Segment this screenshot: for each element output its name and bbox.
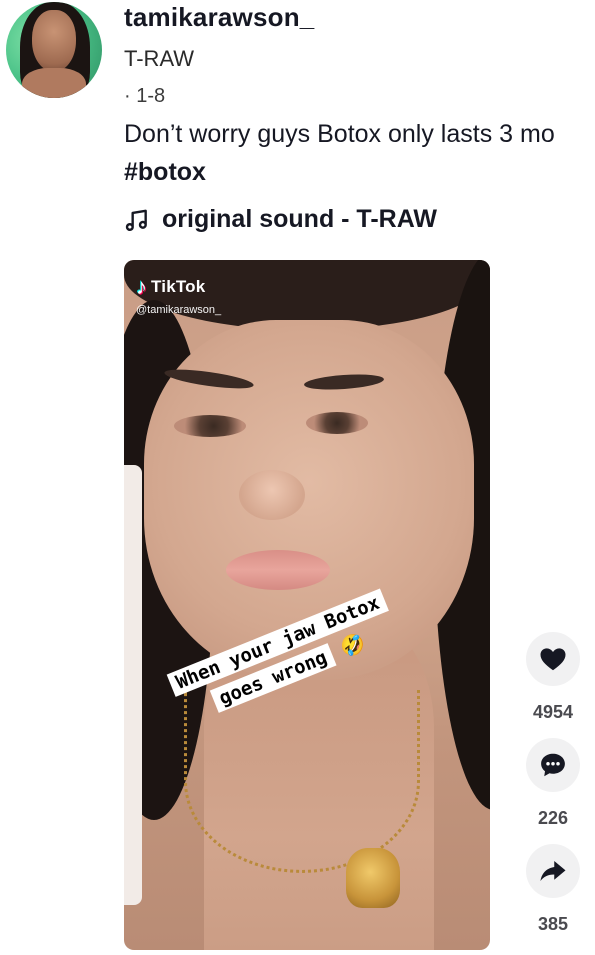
- sound-link[interactable]: original sound - T-RAW: [124, 205, 437, 234]
- author-username[interactable]: tamikarawson_: [124, 2, 314, 33]
- avatar-face: [32, 10, 76, 72]
- like-count: 4954: [532, 702, 574, 722]
- video-necklace-pendant: [346, 848, 400, 908]
- watermark-handle: @tamikarawson_: [136, 304, 222, 316]
- video-eye-right: [306, 412, 368, 434]
- video-eye-left: [174, 415, 246, 437]
- hashtag-link[interactable]: #botox: [124, 158, 206, 187]
- video-player[interactable]: ♪ TikTok @tamikarawson_ When your jaw Bo…: [124, 260, 490, 950]
- heart-icon: [540, 648, 566, 671]
- avatar-shoulders: [22, 68, 86, 98]
- action-bar: 4954 226 385: [524, 632, 582, 938]
- video-lips: [226, 550, 330, 590]
- laughing-emoji-icon: 🤣: [337, 630, 369, 661]
- comment-action: 226: [524, 738, 582, 832]
- share-arrow-icon: [540, 861, 566, 881]
- share-action: 385: [524, 844, 582, 938]
- music-note-icon: [125, 209, 147, 231]
- like-action: 4954: [524, 632, 582, 726]
- author-nickname: T-RAW: [124, 46, 195, 71]
- author-avatar[interactable]: [6, 2, 102, 98]
- video-nose: [239, 470, 305, 520]
- share-button[interactable]: [526, 844, 580, 898]
- post-caption: Don’t worry guys Botox only lasts 3 mo: [124, 120, 555, 148]
- tiktok-logo-icon: ♪: [136, 274, 147, 299]
- like-button[interactable]: [526, 632, 580, 686]
- comment-bubble-icon: [541, 753, 565, 777]
- tiktok-watermark: ♪ TikTok @tamikarawson_: [136, 274, 221, 316]
- share-count: 385: [537, 914, 569, 934]
- comment-button[interactable]: [526, 738, 580, 792]
- post-date: · 1-8: [124, 85, 166, 107]
- comment-count: 226: [537, 808, 569, 828]
- watermark-brand: TikTok: [151, 277, 206, 296]
- sound-label: original sound - T-RAW: [162, 205, 437, 233]
